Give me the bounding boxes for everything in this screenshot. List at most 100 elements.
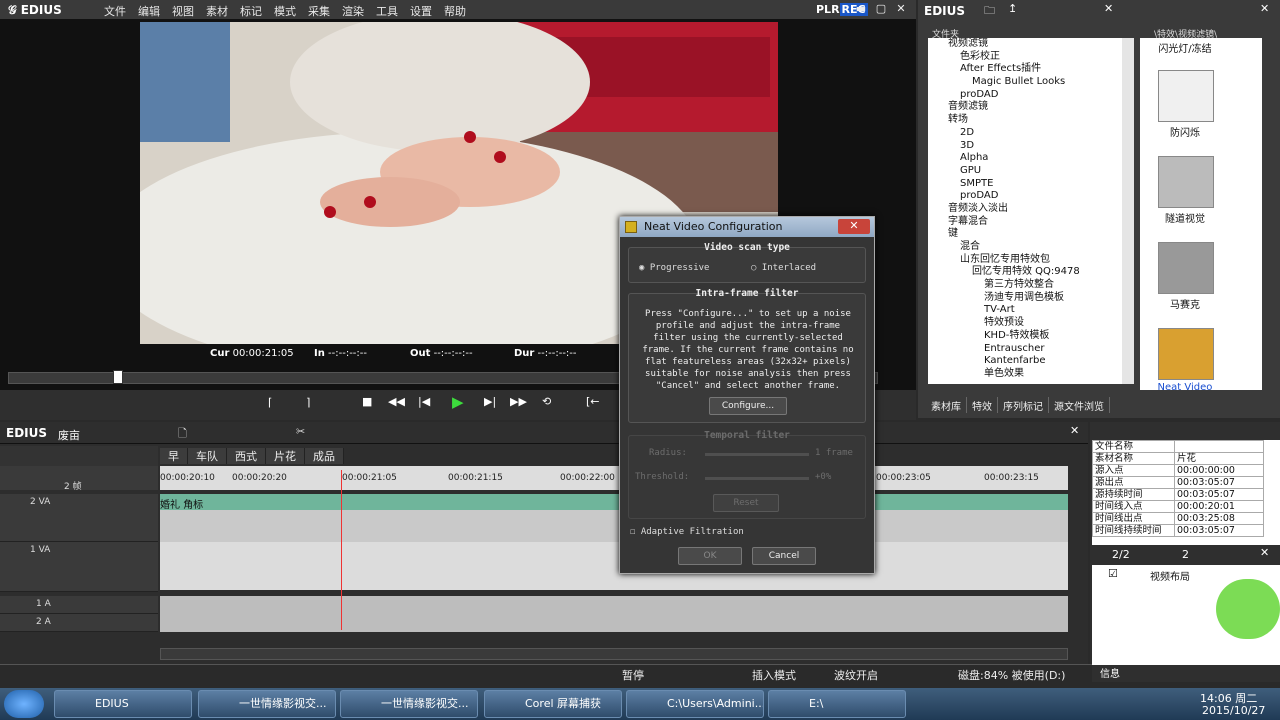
- start-button[interactable]: [4, 690, 44, 718]
- progressive-radio[interactable]: ◉ Progressive: [639, 263, 709, 273]
- track-header-1va[interactable]: 1 VA: [0, 542, 158, 592]
- new-sequence-icon[interactable]: 🗋: [178, 425, 187, 444]
- tree-item[interactable]: 特效预设: [928, 317, 1122, 330]
- sequence-tab[interactable]: 成品: [305, 448, 344, 464]
- reset-button[interactable]: Reset: [713, 494, 779, 512]
- tree-item[interactable]: GPU: [928, 165, 1122, 178]
- panel-close-icon[interactable]: ✕: [1260, 2, 1269, 15]
- menu-item[interactable]: 标记: [234, 3, 268, 19]
- zoom-control[interactable]: 2 帧: [0, 466, 158, 492]
- track-1a-body[interactable]: [160, 596, 1068, 614]
- timeline-close-icon[interactable]: ✕: [1070, 424, 1079, 437]
- taskbar-button[interactable]: C:\Users\Admini...: [626, 690, 764, 718]
- tree-item[interactable]: 3D: [928, 140, 1122, 153]
- step-back-icon[interactable]: |◀: [418, 395, 430, 408]
- tree-item[interactable]: 字幕混合: [928, 216, 1122, 229]
- tree-item[interactable]: 色彩校正: [928, 51, 1122, 64]
- configure-button[interactable]: Configure...: [709, 397, 787, 415]
- tree-item[interactable]: 视频滤镜: [928, 38, 1122, 51]
- track-2va-body[interactable]: [160, 510, 1068, 542]
- effect-thumbnail[interactable]: [1158, 70, 1214, 122]
- timeline-ruler[interactable]: 00:00:20:10 00:00:20:20 00:00:21:05 00:00:2…: [160, 466, 1068, 490]
- taskbar-button[interactable]: 一世情缘影视交...: [198, 690, 336, 718]
- sequence-tab[interactable]: 车队: [188, 448, 227, 464]
- menu-item[interactable]: 帮助: [438, 3, 472, 19]
- taskbar-button[interactable]: 一世情缘影视交...: [340, 690, 478, 718]
- track-header-1a[interactable]: 1 A: [0, 596, 158, 614]
- effects-tree[interactable]: 视频滤镜 色彩校正 After Effects插件 Magic Bullet Look…: [928, 38, 1122, 384]
- tree-item[interactable]: 音频淡入淡出: [928, 203, 1122, 216]
- tree-item[interactable]: After Effects插件: [928, 63, 1122, 76]
- effects-thumbnails[interactable]: 闪光灯/冻结 防闪烁 隧道视觉 马赛克 Neat Video: [1140, 38, 1262, 390]
- tree-item[interactable]: 2D: [928, 127, 1122, 140]
- effect-thumbnail[interactable]: [1158, 156, 1214, 208]
- menu-item[interactable]: 模式: [268, 3, 302, 19]
- dialog-close-icon[interactable]: ✕: [838, 219, 870, 234]
- tree-item[interactable]: Alpha: [928, 152, 1122, 165]
- tree-item[interactable]: KHD-特效模板: [928, 330, 1122, 343]
- ok-button[interactable]: OK: [678, 547, 742, 565]
- tree-item[interactable]: Kantenfarbe: [928, 355, 1122, 368]
- radius-slider[interactable]: [705, 453, 809, 456]
- track-header-2a[interactable]: 2 A: [0, 614, 158, 632]
- tree-item[interactable]: SMPTE: [928, 178, 1122, 191]
- taskbar-button[interactable]: EDIUS: [54, 690, 192, 718]
- interlaced-radio[interactable]: ○ Interlaced: [751, 263, 816, 273]
- tree-item[interactable]: 混合: [928, 241, 1122, 254]
- tree-item[interactable]: 转场: [928, 114, 1122, 127]
- stop-icon[interactable]: ■: [362, 395, 372, 408]
- playhead[interactable]: [341, 470, 342, 630]
- sequence-tab[interactable]: 西式: [227, 448, 266, 464]
- tree-item[interactable]: proDAD: [928, 89, 1122, 102]
- effects-tab[interactable]: 源文件浏览: [1049, 397, 1110, 413]
- play-icon[interactable]: ▶: [452, 393, 464, 411]
- taskbar-button[interactable]: E:\: [768, 690, 906, 718]
- tree-item[interactable]: 回忆专用特效 QQ:9478: [928, 266, 1122, 279]
- menu-item[interactable]: 采集: [302, 3, 336, 19]
- checkbox-icon[interactable]: ☑: [1108, 567, 1118, 580]
- tree-item[interactable]: 第三方特效整合: [928, 279, 1122, 292]
- effect-thumbnail[interactable]: [1158, 328, 1214, 380]
- menu-item[interactable]: 渲染: [336, 3, 370, 19]
- threshold-slider[interactable]: [705, 477, 809, 480]
- menu-item[interactable]: 素材: [200, 3, 234, 19]
- effects-tab[interactable]: 特效: [967, 397, 998, 413]
- tree-item[interactable]: Entrauscher: [928, 343, 1122, 356]
- delete-icon[interactable]: ✕: [1104, 2, 1113, 15]
- menu-item[interactable]: 工具: [370, 3, 404, 19]
- folder-icon[interactable]: 🗀: [984, 2, 995, 21]
- insert-icon[interactable]: [←: [586, 395, 600, 408]
- track-1va-body[interactable]: [160, 542, 1068, 590]
- tree-item[interactable]: 单色效果: [928, 368, 1122, 381]
- tree-scrollbar[interactable]: [1122, 38, 1134, 384]
- tree-item[interactable]: 音频滤镜: [928, 101, 1122, 114]
- track-2a-body[interactable]: [160, 614, 1068, 632]
- tree-item[interactable]: proDAD: [928, 190, 1122, 203]
- effects-tab[interactable]: 序列标记: [998, 397, 1049, 413]
- layer-list[interactable]: ☑ 视频布局: [1092, 565, 1280, 665]
- title-clip[interactable]: 婚礼 角标: [160, 494, 1068, 511]
- track-header-2va[interactable]: 2 VA: [0, 494, 158, 542]
- effects-tab[interactable]: 素材库: [926, 397, 967, 413]
- tree-item[interactable]: 键: [928, 228, 1122, 241]
- menu-item[interactable]: 设置: [404, 3, 438, 19]
- tree-item[interactable]: 山东回忆专用特效包: [928, 254, 1122, 267]
- sequence-tab[interactable]: 片花: [266, 448, 305, 464]
- menu-item[interactable]: 视图: [166, 3, 200, 19]
- maximize-icon[interactable]: ▢: [874, 2, 888, 16]
- tree-item[interactable]: 汤迪专用调色模板: [928, 292, 1122, 305]
- sequence-tab[interactable]: 早: [160, 448, 188, 464]
- step-forward-icon[interactable]: ▶|: [484, 395, 496, 408]
- tree-item[interactable]: Magic Bullet Looks: [928, 76, 1122, 89]
- effect-thumbnail[interactable]: [1158, 242, 1214, 294]
- up-folder-icon[interactable]: ↥: [1008, 2, 1017, 15]
- tree-item[interactable]: TV-Art: [928, 304, 1122, 317]
- menu-item[interactable]: 编辑: [132, 3, 166, 19]
- fast-forward-icon[interactable]: ▶▶: [510, 395, 527, 408]
- menu-item[interactable]: 文件: [98, 3, 132, 19]
- scrub-handle[interactable]: [113, 370, 123, 384]
- adaptive-filtration-checkbox[interactable]: ☐ Adaptive Filtration: [630, 527, 744, 537]
- info-close-icon[interactable]: ✕: [1260, 546, 1269, 559]
- rewind-icon[interactable]: ◀◀: [388, 395, 405, 408]
- timeline-hscrollbar[interactable]: [160, 648, 1068, 660]
